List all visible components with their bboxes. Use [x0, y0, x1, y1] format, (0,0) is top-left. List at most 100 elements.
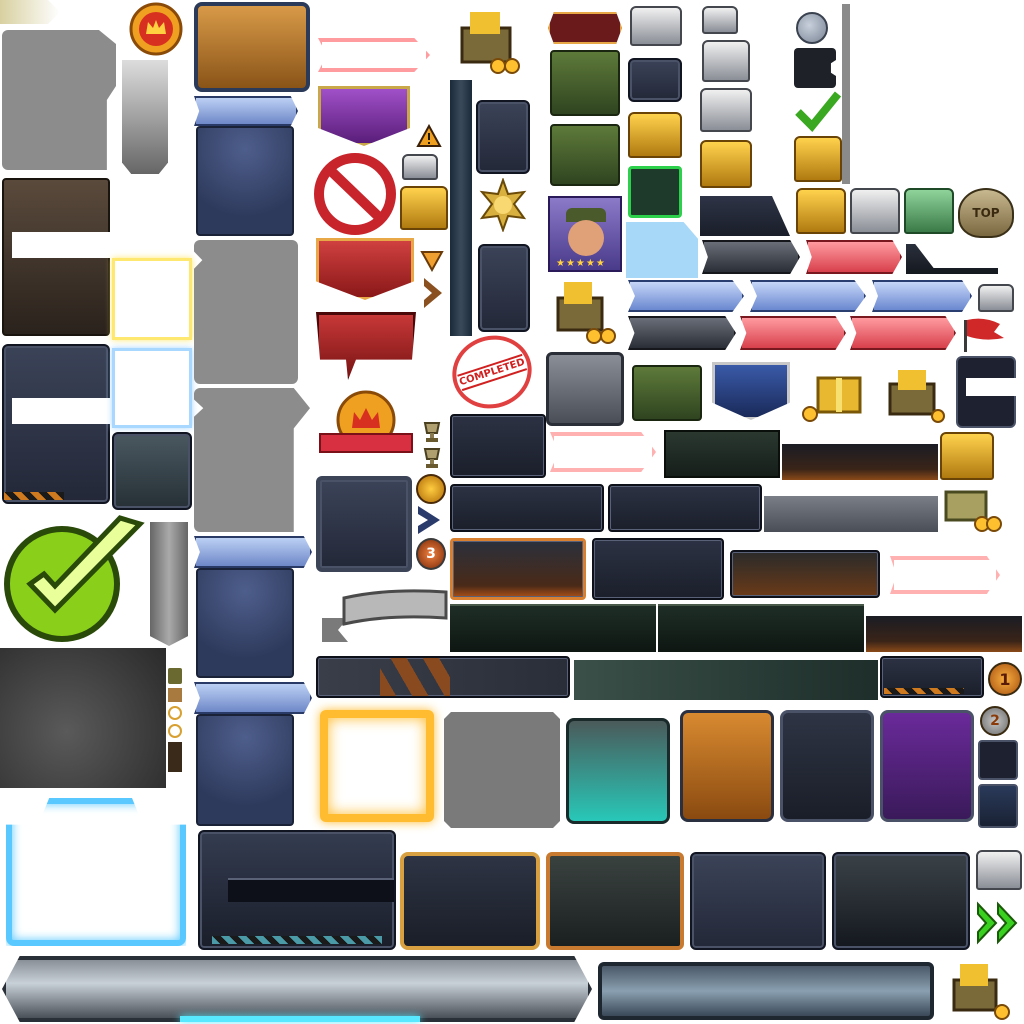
teal-square [566, 718, 670, 824]
loot-pile-icon [940, 960, 1020, 1022]
red-banner [316, 238, 414, 300]
blue-arrow-button [628, 280, 744, 312]
red-flag-icon [960, 316, 1008, 354]
white-slot-bar [12, 232, 110, 258]
dark-textured-panel [0, 648, 166, 788]
dark-square-slot [316, 476, 412, 572]
green-glow-slot [628, 166, 682, 218]
ammo-crate-icon [550, 50, 620, 116]
red-arrow-button [806, 240, 902, 274]
dark-screen-panel [832, 852, 970, 950]
ammo-crate-icon [550, 124, 620, 186]
gold-chest-icon [400, 186, 448, 230]
teal-strip [574, 660, 878, 700]
screen-panel [476, 100, 530, 174]
loot-pile-icon [452, 6, 530, 76]
blue-glow-tab-frame [6, 798, 186, 946]
yellow-glow-frame [112, 258, 192, 340]
rank-badge-label: 2 [990, 713, 1000, 729]
small-dark-tab [794, 48, 836, 88]
silver-chest-icon [702, 40, 750, 82]
dark-bar [450, 484, 604, 532]
blue-glow-frame [112, 348, 192, 428]
small-dark-slot [978, 740, 1018, 780]
small-button-icons [168, 668, 184, 788]
orange-glow-panel [450, 538, 586, 600]
hazard-stripe [4, 492, 64, 500]
blue-banner-tab [194, 96, 298, 126]
general-portrait: ★★★★★ [548, 196, 622, 272]
gold-chest-icon [794, 136, 842, 182]
small-blue-slot [978, 784, 1018, 828]
blue-banner-tab [194, 536, 312, 568]
trophy-icon [420, 420, 444, 444]
no-entry-icon [312, 152, 398, 236]
open-silver-chest-icon [700, 88, 752, 132]
device-panel [478, 244, 530, 332]
green-chest-icon [904, 188, 954, 234]
gray-square-slot [546, 352, 624, 426]
red-arrow-button [740, 316, 846, 350]
dark-square [780, 710, 874, 822]
orange-screen-panel [546, 852, 684, 950]
blue-ray-panel [196, 126, 294, 236]
orange-border-panel [400, 852, 540, 950]
ammo-box-icon [630, 356, 704, 422]
wide-steel-bar [2, 956, 592, 1022]
vertical-rail [450, 80, 472, 336]
blue-pennant [712, 362, 790, 420]
dark-arrow-button [628, 316, 736, 350]
small-silver-chest-icon [978, 284, 1014, 312]
gray-square [444, 712, 560, 828]
top-trophy-icon: TOP [958, 188, 1014, 238]
blue-glow-line [180, 1016, 420, 1022]
hazard-stripe [884, 688, 964, 694]
silver-chest-icon [850, 188, 900, 234]
trophy-icon [420, 446, 444, 470]
purple-banner [318, 86, 410, 146]
gray-tab-panel [2, 30, 116, 170]
silver-chest-icon [976, 850, 1022, 890]
white-slot-bar [12, 398, 110, 424]
gray-orb-icon [796, 12, 828, 44]
orange-glow-strip [866, 616, 1022, 652]
small-silver-chest-icon [702, 6, 738, 34]
white-slot [966, 378, 1016, 396]
crown-medal-icon [124, 2, 188, 56]
gray-bar [764, 496, 938, 532]
warning-icon [416, 124, 442, 148]
chevron-right-icon [414, 504, 444, 536]
dark-hazard-panel [450, 414, 546, 478]
loot-pile-icon [548, 278, 622, 346]
open-gold-chest-icon [628, 112, 682, 158]
gray-notch-panel [194, 240, 298, 384]
blue-arrow-button [872, 280, 972, 312]
chevron-right-icon [420, 276, 446, 310]
dark-bar [608, 484, 762, 532]
silver-chest-icon [630, 6, 682, 46]
top-trophy-label: TOP [972, 206, 1000, 220]
gift-box-icon [798, 366, 872, 424]
light-blue-panel [626, 222, 698, 278]
orange-square [680, 710, 774, 822]
dark-steel-panel [2, 344, 110, 504]
orange-triangle-icon [420, 248, 444, 272]
rank-badge: 3 [416, 538, 446, 570]
rank-badge: 1 [988, 662, 1022, 696]
blue-banner-tab [194, 682, 312, 714]
orange-slash [380, 658, 450, 696]
rank-badge: 2 [980, 706, 1010, 736]
dark-green-bar [664, 430, 780, 478]
purple-square [880, 710, 974, 822]
maroon-tag [548, 12, 622, 44]
gold-sun-medal-icon [478, 178, 528, 232]
double-chevron-icon [974, 898, 1024, 948]
gray-arrow-panel [194, 388, 310, 532]
gray-ribbon [318, 578, 448, 646]
dark-steel-panel [690, 852, 826, 950]
crown-badge-icon [316, 388, 416, 466]
check-mark-icon [0, 512, 150, 646]
pink-glow-arrow [550, 432, 656, 472]
blue-ray-panel [196, 714, 294, 826]
corner-arrow-tab [0, 0, 60, 24]
